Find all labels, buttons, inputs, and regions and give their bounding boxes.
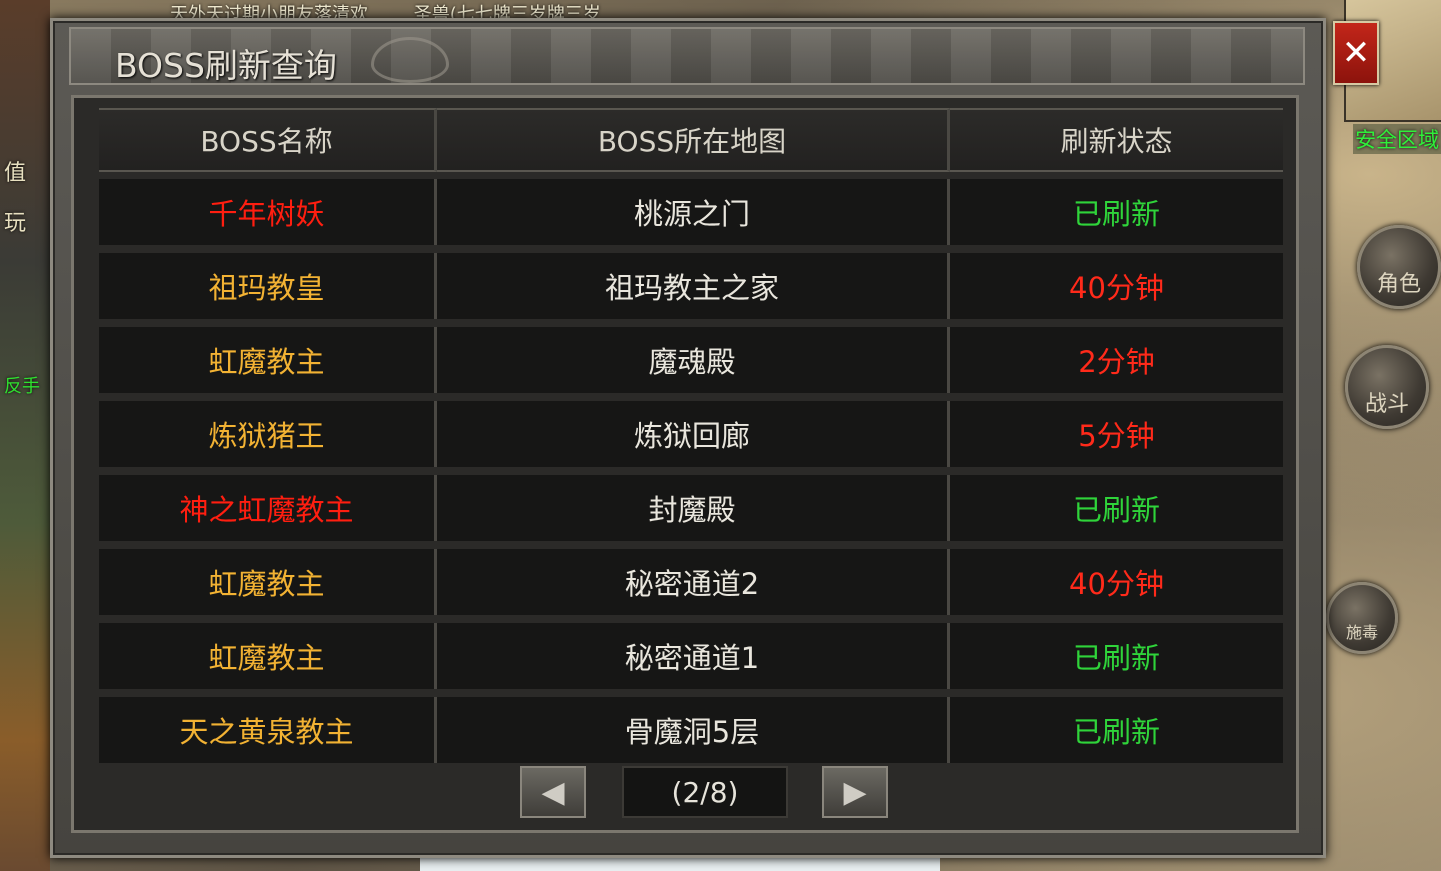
arrow-right-icon: ▶: [843, 774, 867, 810]
next-page-button[interactable]: ▶: [822, 766, 888, 818]
table-row[interactable]: 神之虹魔教主 封魔殿 已刷新: [99, 475, 1283, 541]
dialog-title: BOSS刷新查询: [115, 46, 337, 85]
safe-zone-label: 安全区域: [1353, 124, 1441, 154]
boss-name: 千年树妖: [99, 179, 437, 245]
boss-map: 秘密通道1: [437, 623, 950, 689]
boss-name: 虹魔教主: [99, 549, 437, 615]
character-button[interactable]: 角色: [1357, 225, 1441, 309]
boss-name: 炼狱猪王: [99, 401, 437, 467]
boss-name: 神之虹魔教主: [99, 475, 437, 541]
refresh-status: 已刷新: [950, 697, 1283, 763]
dialog-titlebar: BOSS刷新查询: [69, 27, 1305, 85]
prev-page-button[interactable]: ◀: [520, 766, 586, 818]
boss-map: 炼狱回廊: [437, 401, 950, 467]
battle-button[interactable]: 战斗: [1345, 345, 1429, 429]
table-row[interactable]: 祖玛教皇 祖玛教主之家 40分钟: [99, 253, 1283, 319]
table-row[interactable]: 炼狱猪王 炼狱回廊 5分钟: [99, 401, 1283, 467]
battle-button-label: 战斗: [1364, 392, 1409, 417]
boss-name: 虹魔教主: [99, 623, 437, 689]
arrow-left-icon: ◀: [541, 774, 565, 810]
refresh-status: 已刷新: [950, 179, 1283, 245]
left-label: 玩: [4, 211, 27, 236]
page-indicator: (2/8): [622, 766, 788, 818]
boss-map: 魔魂殿: [437, 327, 950, 393]
table-header: BOSS名称 BOSS所在地图 刷新状态: [99, 108, 1283, 172]
boss-name: 虹魔教主: [99, 327, 437, 393]
column-header-map: BOSS所在地图: [437, 108, 950, 172]
boss-map: 秘密通道2: [437, 549, 950, 615]
boss-name: 祖玛教皇: [99, 253, 437, 319]
table-row[interactable]: 虹魔教主 秘密通道2 40分钟: [99, 549, 1283, 615]
refresh-status: 40分钟: [950, 549, 1283, 615]
left-side-panel: 值 玩 反手: [0, 0, 50, 871]
left-label: 反手: [4, 376, 40, 397]
refresh-status: 40分钟: [950, 253, 1283, 319]
character-button-label: 角色: [1376, 272, 1421, 297]
boss-map: 封魔殿: [437, 475, 950, 541]
refresh-status: 2分钟: [950, 327, 1283, 393]
boss-map: 桃源之门: [437, 179, 950, 245]
poison-button-label: 施毒: [1345, 623, 1378, 642]
boss-refresh-dialog: BOSS刷新查询 ✕ BOSS名称 BOSS所在地图 刷新状态 千年树妖 桃源之…: [50, 18, 1379, 858]
boss-map: 祖玛教主之家: [437, 253, 950, 319]
table-row[interactable]: 虹魔教主 魔魂殿 2分钟: [99, 327, 1283, 393]
column-header-name: BOSS名称: [99, 108, 437, 172]
close-button[interactable]: ✕: [1333, 21, 1379, 85]
refresh-status: 5分钟: [950, 401, 1283, 467]
boss-table: BOSS名称 BOSS所在地图 刷新状态 千年树妖 桃源之门 已刷新 祖玛教皇 …: [71, 95, 1299, 833]
table-row[interactable]: 千年树妖 桃源之门 已刷新: [99, 179, 1283, 245]
refresh-status: 已刷新: [950, 623, 1283, 689]
poison-button[interactable]: 施毒: [1326, 582, 1398, 654]
table-row[interactable]: 天之黄泉教主 骨魔洞5层 已刷新: [99, 697, 1283, 763]
boss-name: 天之黄泉教主: [99, 697, 437, 763]
left-label: 值: [4, 161, 27, 186]
boss-map: 骨魔洞5层: [437, 697, 950, 763]
table-row[interactable]: 虹魔教主 秘密通道1 已刷新: [99, 623, 1283, 689]
ornament-icon: [371, 37, 449, 83]
refresh-status: 已刷新: [950, 475, 1283, 541]
column-header-status: 刷新状态: [950, 108, 1283, 172]
